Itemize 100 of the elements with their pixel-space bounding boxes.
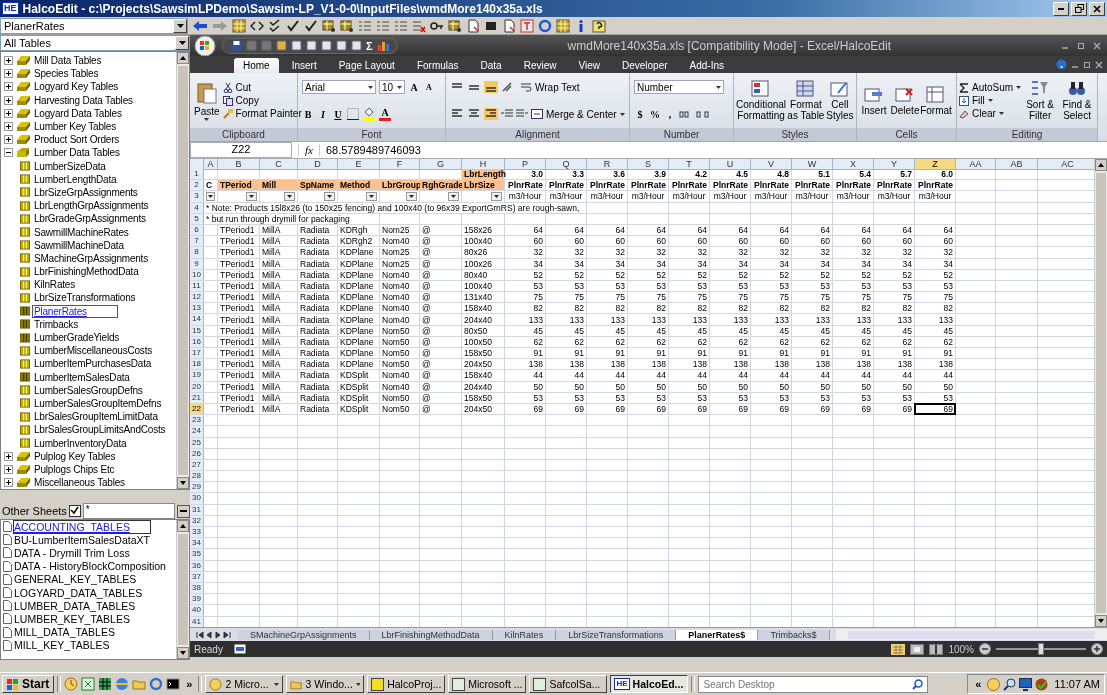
expand-icon[interactable] xyxy=(4,135,13,145)
column-header[interactable]: C xyxy=(260,159,298,170)
tree-item[interactable]: LumberItemPurchasesData xyxy=(32,357,154,371)
row-number[interactable]: 27 xyxy=(190,459,204,471)
checkbox[interactable] xyxy=(68,505,81,517)
tree-item[interactable]: LbrGradeGrpAssignments xyxy=(32,212,148,226)
tree-item[interactable]: SawmillMachineData xyxy=(32,238,126,252)
page-break-view-icon[interactable] xyxy=(929,643,944,655)
font-size-field[interactable]: 10 xyxy=(379,80,405,94)
tree-item[interactable]: Lumber Data Tables xyxy=(32,146,122,160)
tree-item[interactable]: LumberItemSalesData xyxy=(32,370,132,384)
row-number[interactable]: 23 xyxy=(190,415,204,426)
column-header[interactable]: AB xyxy=(996,159,1038,170)
table-icon[interactable] xyxy=(340,18,354,33)
sheet-list-item[interactable]: BU-LumberItemSalesDataXT xyxy=(13,532,153,547)
find-select-button[interactable]: Find & Select xyxy=(1059,80,1095,121)
tree-item[interactable]: LbrSizeTransformations xyxy=(32,291,138,305)
taskbar-button[interactable]: HalcoProj... xyxy=(367,675,446,693)
filter-dropdown-button[interactable] xyxy=(406,191,417,201)
search-icon[interactable] xyxy=(912,678,924,690)
row-number[interactable]: 6 xyxy=(190,224,204,236)
sheet-navigation-icon[interactable] xyxy=(196,630,232,639)
formula-field[interactable]: 68.5789489746093 xyxy=(325,144,1107,156)
clear-button[interactable]: Clear xyxy=(959,108,1022,119)
italic-button[interactable]: I xyxy=(317,107,329,121)
delete-cells-button[interactable]: Delete xyxy=(890,85,920,116)
tray-toggle[interactable]: « xyxy=(972,678,985,690)
sort-filter-button[interactable]: Sort & Filter xyxy=(1022,80,1059,121)
scroll-up-button[interactable] xyxy=(177,520,189,532)
row-number[interactable]: 18 xyxy=(190,359,204,370)
sheet-filter-field[interactable]: * xyxy=(82,503,175,519)
borders-icon[interactable] xyxy=(347,108,359,120)
column-header[interactable]: G xyxy=(420,159,462,170)
insert-cells-button[interactable]: Insert xyxy=(859,85,889,116)
row-number[interactable]: 25 xyxy=(190,437,204,448)
wrap-text-button[interactable]: Wrap Text xyxy=(520,81,580,93)
font-color-button[interactable]: A xyxy=(379,107,391,121)
row-number[interactable]: 17 xyxy=(190,348,204,359)
row-number[interactable]: 33 xyxy=(190,527,204,538)
taskbar-button[interactable]: 3 Windo... xyxy=(286,675,365,693)
sheet-list-item[interactable]: ACCOUNTING_TABLES xyxy=(13,520,151,534)
tree-item[interactable]: PlanerRates xyxy=(32,304,118,318)
column-header[interactable]: R xyxy=(587,159,628,170)
tree-item[interactable]: LumberSalesGroupItemDefns xyxy=(32,396,164,410)
row-number[interactable]: 40 xyxy=(190,605,204,616)
row-number[interactable]: 38 xyxy=(190,582,204,594)
check-icon[interactable] xyxy=(286,18,300,33)
ribbon-tab[interactable]: Home xyxy=(234,58,279,73)
sheet-tab[interactable]: KilnRates xyxy=(492,629,557,640)
tree-item[interactable]: LumberGradeYields xyxy=(32,331,122,345)
taskbar-button[interactable]: Microsoft ... xyxy=(448,675,527,693)
filter-dropdown-button[interactable] xyxy=(491,191,502,201)
row-number[interactable]: 3 xyxy=(190,191,204,202)
filter-dropdown-button[interactable] xyxy=(206,191,215,201)
scrollbar[interactable] xyxy=(176,52,189,489)
sum-button[interactable]: Σ xyxy=(366,39,373,52)
fill-color-icon[interactable] xyxy=(362,107,376,121)
expand-icon[interactable] xyxy=(4,82,13,92)
column-header[interactable]: AC xyxy=(1038,159,1094,170)
column-header[interactable]: AA xyxy=(956,159,996,170)
ribbon-tab[interactable]: Developer xyxy=(613,58,677,73)
shrink-font-button[interactable]: A xyxy=(423,80,435,94)
merge-center-button[interactable]: Merge & Center xyxy=(531,108,625,120)
number-format-field[interactable]: Number xyxy=(634,80,724,95)
table-dropdown[interactable]: PlanerRates xyxy=(0,17,188,34)
row-number[interactable]: 30 xyxy=(190,493,204,504)
row-number[interactable]: 5 xyxy=(190,213,204,224)
code-icon[interactable] xyxy=(250,18,264,33)
tree-item[interactable]: LumberSalesGroupDefns xyxy=(32,383,145,397)
conditional-formatting-button[interactable]: Conditional Formatting xyxy=(736,80,787,121)
scrollbar[interactable] xyxy=(176,520,189,659)
ribbon-tab[interactable]: Formulas xyxy=(407,58,468,73)
column-header[interactable]: Z xyxy=(915,159,956,170)
sheet-list-item[interactable]: LOGYARD_DATA_TABLES xyxy=(13,585,146,600)
sheet-list-item[interactable]: MILL_DATA_TABLES xyxy=(13,625,118,640)
sheet-list-item[interactable]: DATA - HistoryBlockComposition xyxy=(13,559,169,574)
tree-item[interactable]: KilnRates xyxy=(32,278,77,292)
office-button[interactable] xyxy=(194,34,216,57)
row-number[interactable]: 29 xyxy=(190,482,204,493)
ribbon-tab[interactable]: Review xyxy=(514,58,566,73)
scroll-down-button[interactable] xyxy=(177,647,189,659)
currency-button[interactable]: $ xyxy=(634,107,646,121)
filter-dropdown-button[interactable] xyxy=(324,191,335,201)
row-number[interactable]: 7 xyxy=(190,236,204,247)
zoom-in-icon[interactable] xyxy=(1091,643,1103,655)
help-icon[interactable] xyxy=(592,18,606,33)
row-number[interactable]: 16 xyxy=(190,336,204,347)
row-number[interactable]: 21 xyxy=(190,392,204,403)
sheet-list-item[interactable]: MILL_KEY_TABLES xyxy=(13,638,113,653)
dropdown-button[interactable] xyxy=(175,36,189,50)
tree-item[interactable]: SawmillMachineRates xyxy=(32,225,131,239)
tree-item[interactable]: Logyard Key Tables xyxy=(32,80,121,94)
name-box[interactable]: Z22 xyxy=(190,142,292,158)
align-icon[interactable] xyxy=(450,108,464,120)
sheet-list-item[interactable]: LUMBER_KEY_TABLES xyxy=(13,611,133,626)
column-header[interactable]: W xyxy=(792,159,833,170)
dropdown-button[interactable] xyxy=(173,18,187,33)
taskbar-button[interactable]: 2 Micro... xyxy=(205,675,284,693)
tree-item[interactable]: Mill Data Tables xyxy=(32,54,104,68)
copy-button[interactable]: Copy xyxy=(222,95,302,106)
